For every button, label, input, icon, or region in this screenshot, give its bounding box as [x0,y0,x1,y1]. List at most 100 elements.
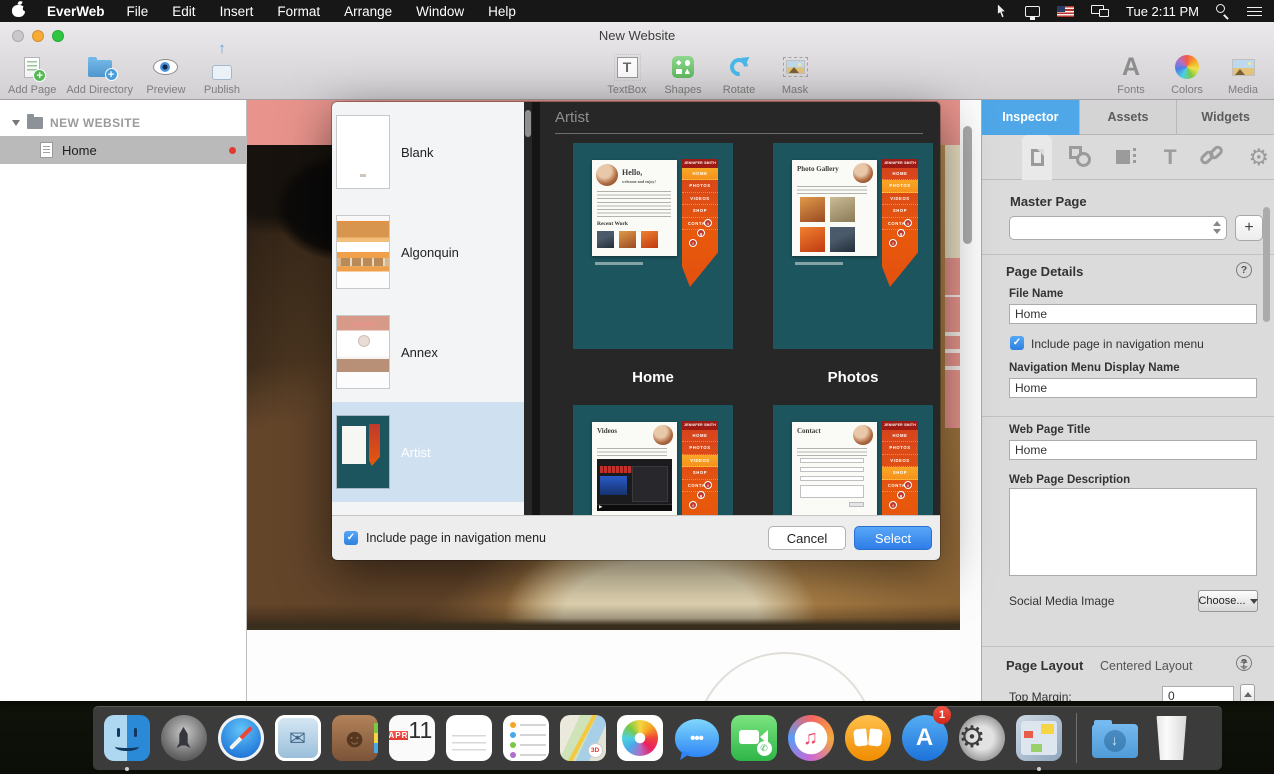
dock-app-finder[interactable] [100,710,153,766]
dock-app-maps[interactable]: 3D [556,710,609,766]
choose-image-button[interactable]: Choose... [1198,590,1258,612]
select-button[interactable]: Select [854,526,932,550]
top-margin-input[interactable] [1162,686,1234,701]
toolbar-add-directory-button[interactable]: + Add Directory [66,50,133,96]
dock-app-photos[interactable] [613,710,666,766]
toolbar-media-button[interactable]: Media [1220,50,1266,96]
web-page-description-textarea[interactable] [1009,488,1257,576]
dock-app-downloads[interactable]: ↓ [1088,710,1141,766]
tab-widgets[interactable]: Widgets [1177,100,1274,135]
page-layout-help-icon[interactable]: ? [1236,655,1252,671]
theme-row-blank[interactable]: Blank [332,102,524,202]
menu-window[interactable]: Window [416,4,464,19]
settings-inspector-tab[interactable]: ⚙ [1244,135,1274,180]
theme-row-artist[interactable]: Artist [332,402,524,502]
toolbar-textbox-button[interactable]: T TextBox [604,50,650,96]
menu-edit[interactable]: Edit [172,4,195,19]
dock-app-notes[interactable] [442,710,495,766]
top-margin-stepper[interactable] [1240,684,1255,701]
page-layout-select[interactable]: Centered Layout [1100,659,1192,673]
desktop: EverWeb File Edit Insert Format Arrange Windo… [0,0,1274,774]
nav-display-name-input[interactable] [1009,378,1257,398]
nav-menu-checkbox[interactable]: ✓ [344,531,358,545]
toolbar-colors-label: Colors [1171,84,1203,96]
page-inspector-tab[interactable] [1022,135,1052,180]
sidebar-site-header[interactable]: NEW WEBSITE [0,109,246,136]
toolbar-add-page-button[interactable]: + Add Page [8,50,56,96]
inspector-scrollbar[interactable] [1263,207,1270,322]
dock-app-itunes[interactable]: ♫ [784,710,837,766]
dock-app-everweb[interactable] [1012,710,1065,766]
template-card-home[interactable]: Hello, welcome and enjoy! Recent Work JE… [573,143,733,386]
include-nav-checkbox-label: Include page in navigation menu [1031,337,1204,351]
dock-app-reminders[interactable] [499,710,552,766]
mirroring-status-icon[interactable] [1091,5,1109,17]
toolbar-rotate-button[interactable]: Rotate [716,50,762,96]
toolbar-shapes-button[interactable]: Shapes [660,50,706,96]
tab-assets[interactable]: Assets [1080,100,1178,135]
system-preferences-icon: ⚙ [959,715,1005,761]
file-name-input[interactable] [1009,304,1257,324]
metrics-inspector-tab[interactable] [1111,135,1141,180]
web-page-title-input[interactable] [1009,440,1257,460]
theme-row-annex[interactable]: Annex [332,302,524,402]
notification-center-icon[interactable] [1247,6,1262,17]
ribbon-nav-item: PHOTOS [882,442,918,454]
toolbar-preview-button[interactable]: Preview [143,50,189,96]
dock-app-calendar[interactable]: APR11 [385,710,438,766]
dock-app-preferences[interactable]: ⚙ [955,710,1008,766]
toolbar-publish-button[interactable]: ↑ Publish [199,50,245,96]
theme-list-scrollbar[interactable] [525,110,531,137]
menu-file[interactable]: File [127,4,149,19]
template-card-label: Photos [773,369,933,386]
dock-app-safari[interactable] [214,710,267,766]
cursor-status-icon[interactable] [997,5,1008,18]
menu-format[interactable]: Format [277,4,320,19]
dock-app-messages[interactable]: ••• [670,710,723,766]
menu-help[interactable]: Help [488,4,516,19]
add-master-page-button[interactable]: + [1235,215,1263,241]
page-details-help-icon[interactable]: ? [1236,262,1252,278]
preview-title: Photo Gallery [797,166,839,174]
dock-app-contacts[interactable]: ☻ [328,710,381,766]
template-card-contact[interactable]: Contact JENNIFER SMITHHOMEPHOTOSVIDEOSSH… [773,405,933,515]
menu-insert[interactable]: Insert [220,4,254,19]
dock-app-trash[interactable] [1145,710,1198,766]
us-flag-input-icon[interactable] [1057,6,1074,17]
cancel-button[interactable]: Cancel [768,526,846,550]
master-page-select[interactable] [1009,216,1227,240]
menubar-clock[interactable]: Tue 2:11 PM [1126,4,1199,19]
dock-app-facetime[interactable]: ✆ [727,710,780,766]
text-inspector-tab[interactable]: T [1155,135,1185,180]
menu-arrange[interactable]: Arrange [344,4,392,19]
shape-inspector-tab[interactable] [1066,135,1096,180]
dock-app-ibooks[interactable] [841,710,894,766]
vertical-scrollbar-track [960,100,982,701]
link-inspector-tab[interactable] [1199,135,1229,180]
dock-app-launchpad[interactable] [157,710,210,766]
disclosure-triangle-icon[interactable] [12,120,20,126]
twitter-icon: t [904,481,912,489]
theme-thumbnail-annex [337,316,389,388]
dock-app-appstore[interactable]: 1 A [898,710,951,766]
sidebar-item-home[interactable]: Home [0,136,246,164]
apple-menu-icon[interactable] [12,5,25,17]
tab-inspector[interactable]: Inspector [982,100,1080,135]
toolbar-colors-button[interactable]: Colors [1164,50,1210,96]
template-card-preview: Contact JENNIFER SMITHHOMEPHOTOSVIDEOSSH… [773,405,933,515]
toolbar-mask-button[interactable]: Mask [772,50,818,96]
display-status-icon[interactable] [1025,6,1040,17]
ribbon-nav-item: SHOP [882,467,918,479]
template-card-photos[interactable]: Photo Gallery JENNIFER SMITHHOMEPHOTOSVI… [773,143,933,386]
toolbar-left-group: + Add Page + Add Directory Preview ↑ Pub… [8,50,245,96]
include-nav-checkbox[interactable]: ✓ [1010,336,1024,350]
vertical-scrollbar[interactable] [963,126,972,244]
template-card-videos[interactable]: Videos ▶ JENNIFER SMITHHOMEPHOTOSVIDEOSS… [573,405,733,515]
ribbon-site-name: JENNIFER SMITH [682,421,718,430]
theme-row-algonquin[interactable]: Algonquin [332,202,524,302]
dock-app-mail[interactable]: ✉ [271,710,324,766]
menu-app-name[interactable]: EverWeb [47,4,105,19]
theme-name-label: Artist [401,445,431,460]
spotlight-search-icon[interactable] [1216,4,1230,18]
toolbar-fonts-button[interactable]: A Fonts [1108,50,1154,96]
